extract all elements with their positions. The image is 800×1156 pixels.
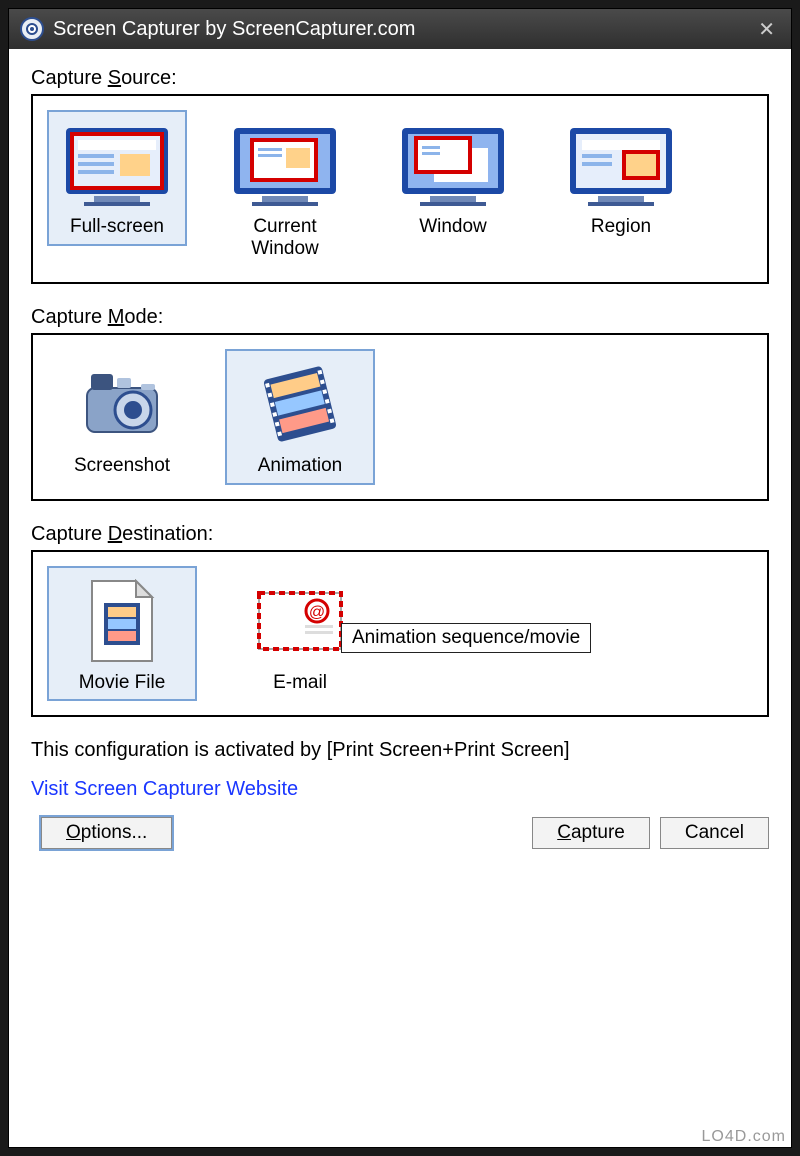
film-icon xyxy=(245,359,355,449)
svg-text:@: @ xyxy=(309,604,325,621)
monitor-full-icon xyxy=(62,120,172,210)
website-link[interactable]: Visit Screen Capturer Website xyxy=(31,778,298,801)
tile-label: E-mail xyxy=(273,672,327,694)
tile-label: Animation xyxy=(258,455,343,477)
source-section-label: Capture Source: xyxy=(31,67,769,90)
source-window[interactable]: Window xyxy=(383,110,523,246)
capture-button[interactable]: Capture xyxy=(532,817,650,849)
close-button[interactable]: ✕ xyxy=(752,17,781,42)
button-row: Options... Capture Cancel xyxy=(31,817,769,849)
mode-screenshot[interactable]: Screenshot xyxy=(47,349,197,485)
cancel-button[interactable]: Cancel xyxy=(660,817,769,849)
app-window: Screen Capturer by ScreenCapturer.com ✕ … xyxy=(8,8,792,1148)
destination-section-label: Capture Destination: xyxy=(31,523,769,546)
titlebar: Screen Capturer by ScreenCapturer.com ✕ xyxy=(9,9,791,49)
source-full-screen[interactable]: Full-screen xyxy=(47,110,187,246)
options-button[interactable]: Options... xyxy=(41,817,172,849)
app-icon xyxy=(19,16,45,42)
destination-movie-file[interactable]: Movie File xyxy=(47,566,197,702)
source-panel: Full-screen xyxy=(31,94,769,284)
camera-icon xyxy=(67,359,177,449)
monitor-region-icon xyxy=(566,120,676,210)
monitor-current-window-icon xyxy=(230,120,340,210)
source-current-window[interactable]: Current Window xyxy=(215,110,355,268)
tile-label: Current Window xyxy=(223,216,347,260)
watermark: LO4D.com xyxy=(702,1128,786,1146)
tile-label: Full-screen xyxy=(70,216,164,238)
monitor-window-icon xyxy=(398,120,508,210)
movie-file-icon xyxy=(67,576,177,666)
mode-section-label: Capture Mode: xyxy=(31,306,769,329)
email-icon: @ xyxy=(245,576,355,666)
window-title: Screen Capturer by ScreenCapturer.com xyxy=(53,18,752,41)
hotkey-status: This configuration is activated by [Prin… xyxy=(31,739,769,762)
tile-label: Screenshot xyxy=(74,455,170,477)
animation-tooltip: Animation sequence/movie xyxy=(341,623,591,653)
mode-animation[interactable]: Animation xyxy=(225,349,375,485)
tile-label: Movie File xyxy=(79,672,166,694)
source-region[interactable]: Region xyxy=(551,110,691,246)
client-area: Capture Source: xyxy=(9,49,791,863)
tile-label: Window xyxy=(419,216,487,238)
tile-label: Region xyxy=(591,216,651,238)
mode-panel: Screenshot xyxy=(31,333,769,501)
